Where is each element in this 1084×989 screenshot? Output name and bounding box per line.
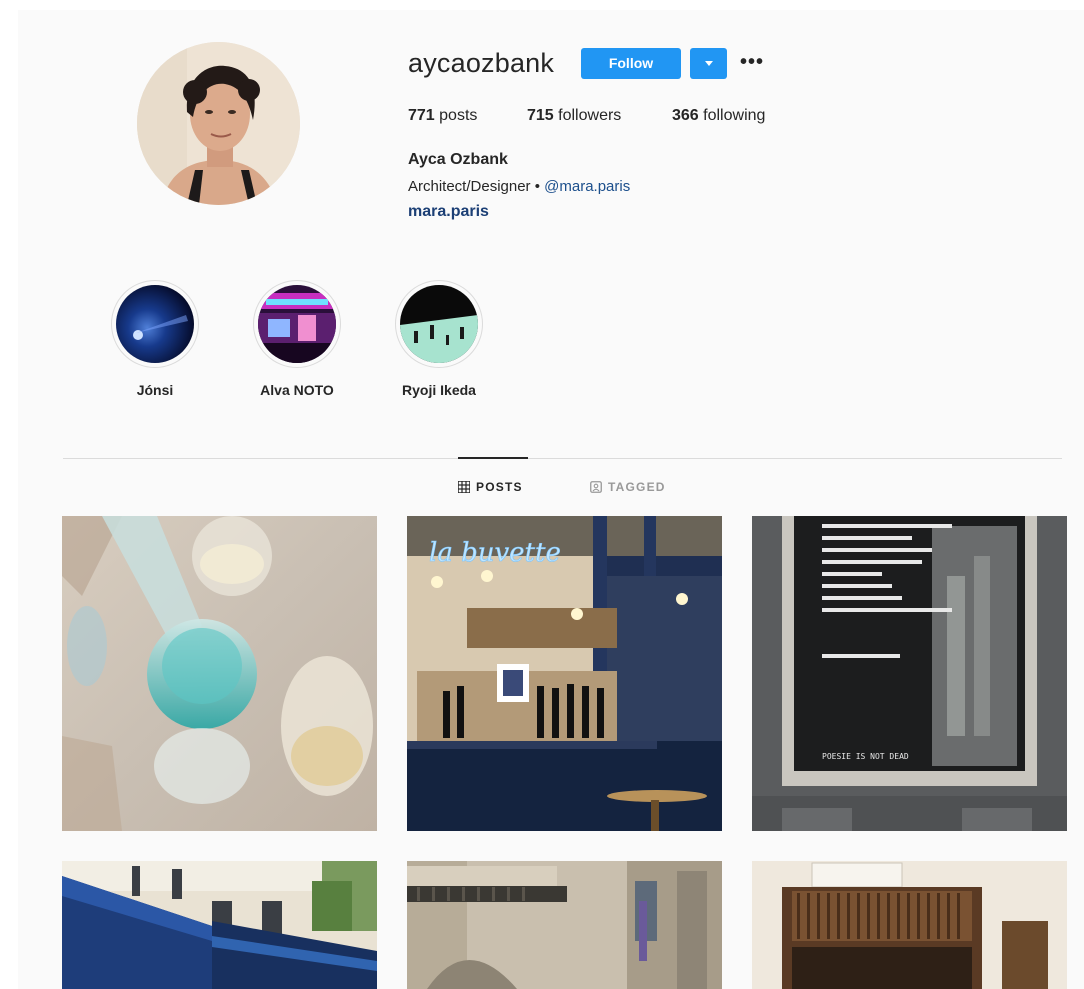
follow-button[interactable]: Follow — [581, 48, 681, 79]
followers-count-value: 715 — [527, 107, 554, 124]
story-highlight[interactable]: Jónsi — [110, 280, 200, 398]
more-options-button[interactable]: ••• — [740, 51, 768, 74]
post-thumbnail[interactable] — [62, 861, 377, 989]
profile-website-link[interactable]: mara.paris — [408, 203, 489, 221]
highlight-cover-image — [400, 285, 478, 363]
tab-tagged[interactable]: TAGGED — [590, 480, 666, 494]
following-count[interactable]: 366 following — [672, 107, 765, 125]
chevron-down-icon — [705, 61, 713, 66]
highlight-label: Jónsi — [136, 382, 174, 398]
profile-full-name: Ayca Ozbank — [408, 151, 508, 168]
more-options-icon: ••• — [740, 51, 765, 73]
highlight-cover-image — [116, 285, 194, 363]
post-poster-text: POESIE IS NOT DEAD — [822, 752, 909, 761]
top-margin — [0, 0, 1084, 10]
bio-text: Architect/Designer • — [408, 178, 545, 195]
profile-bio: Architect/Designer • @mara.paris — [408, 178, 630, 195]
story-highlight[interactable]: Alva NOTO — [252, 280, 342, 398]
post-thumbnail[interactable]: POESIE IS NOT DEAD — [752, 516, 1067, 831]
post-thumbnail[interactable] — [62, 516, 377, 831]
post-thumbnail[interactable]: la buvette — [407, 516, 722, 831]
post-thumbnail[interactable] — [407, 861, 722, 989]
posts-count: 771 posts — [408, 107, 477, 125]
grid-icon — [458, 481, 470, 493]
story-highlight[interactable]: Ryoji Ikeda — [394, 280, 484, 398]
left-margin — [0, 0, 18, 989]
posts-count-label: posts — [439, 107, 478, 124]
highlight-cover-image — [258, 285, 336, 363]
post-neon-sign-text: la buvette — [429, 538, 561, 568]
followers-count[interactable]: 715 followers — [527, 107, 621, 125]
tab-posts[interactable]: POSTS — [458, 480, 523, 494]
following-count-value: 366 — [672, 107, 699, 124]
profile-username: aycaozbank — [408, 48, 555, 78]
tab-tagged-label: TAGGED — [608, 480, 666, 494]
highlight-label: Ryoji Ikeda — [402, 382, 476, 398]
profile-page: aycaozbank Follow ••• 771 posts 715 foll… — [0, 0, 1084, 989]
highlight-ring — [253, 280, 341, 368]
active-tab-indicator — [458, 457, 528, 459]
highlight-ring — [111, 280, 199, 368]
highlight-label: Alva NOTO — [260, 382, 334, 398]
post-thumbnail[interactable] — [752, 861, 1067, 989]
profile-avatar[interactable] — [137, 42, 300, 205]
tabs-divider — [63, 458, 1062, 459]
posts-count-value: 771 — [408, 107, 435, 124]
highlight-ring — [395, 280, 483, 368]
bio-mention-link[interactable]: @mara.paris — [544, 178, 630, 195]
followers-count-label: followers — [558, 107, 622, 124]
tag-icon — [590, 481, 602, 493]
tab-posts-label: POSTS — [476, 480, 523, 494]
following-count-label: following — [703, 107, 766, 124]
suggested-dropdown-button[interactable] — [690, 48, 727, 79]
